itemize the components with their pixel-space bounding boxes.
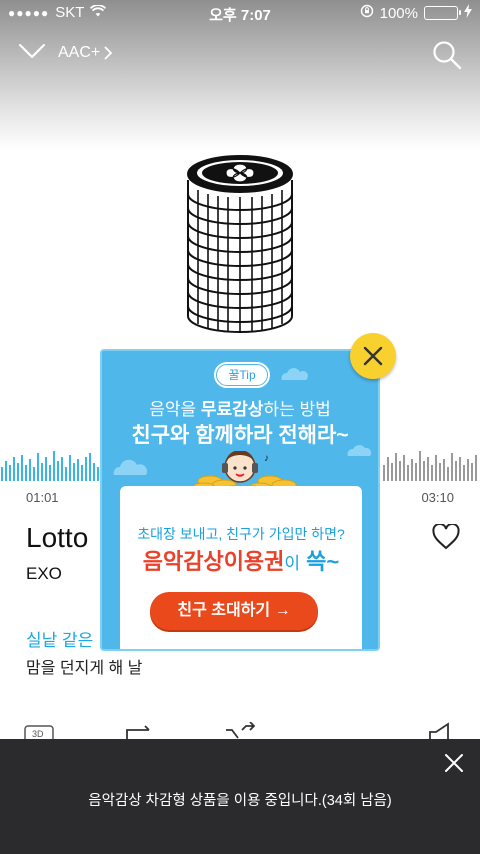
battery-icon — [424, 6, 461, 20]
lyric-next-line[interactable]: 맘을 던지게 해 날 — [26, 654, 142, 678]
collapse-chevron-down-icon[interactable] — [18, 42, 46, 65]
orientation-lock-icon — [360, 4, 374, 22]
charging-icon — [464, 4, 472, 22]
card-headline-particle: 이 — [284, 554, 301, 573]
card-headline-main: 음악감상이용권 — [142, 549, 285, 574]
toast-close-icon[interactable] — [444, 753, 464, 778]
card-headline: 음악감상이용권이 쓱~ — [120, 544, 362, 576]
headline-1-post: 하는 방법 — [263, 400, 331, 419]
player-topbar: AAC+ — [0, 38, 480, 72]
headline-1-pre: 음악을 — [149, 400, 201, 419]
close-icon — [363, 346, 383, 366]
search-icon[interactable] — [432, 40, 462, 75]
status-bar: ●●●●● SKT 오후 7:07 100% — [0, 0, 480, 26]
invite-friend-button[interactable]: 친구 초대하기 → — [150, 592, 318, 630]
headline-1-bold: 무료감상 — [200, 400, 264, 419]
album-art[interactable] — [170, 140, 310, 350]
popup-headline-2: 친구와 함께하라 전해라~ — [131, 424, 349, 447]
svg-text:3D: 3D — [32, 729, 44, 739]
artist-name[interactable]: EXO — [26, 564, 62, 584]
audio-quality-button[interactable]: AAC+ — [58, 44, 113, 62]
lyric-current-line[interactable]: 실낱 같은 — [26, 626, 93, 651]
total-duration: 03:10 — [421, 490, 454, 505]
chevron-right-icon — [104, 46, 113, 60]
tip-badge: 꿀Tip — [216, 364, 268, 386]
cloud-decoration-icon — [110, 459, 150, 482]
toast-message: 음악감상 차감형 상품을 이용 중입니다.(34회 남음) — [88, 793, 392, 809]
popup-close-button[interactable] — [350, 333, 396, 379]
card-headline-end: 쓱~ — [300, 549, 340, 574]
elapsed-time: 01:01 — [26, 490, 59, 505]
invite-promo-popup: 꿀Tip 음악을 무료감상하는 방법 친구와 함께하라 전해라~ ♪ 초대장 보… — [100, 349, 380, 651]
cloud-decoration-icon — [280, 367, 308, 386]
usage-toast: 음악감상 차감형 상품을 이용 중입니다.(34회 남음) — [0, 739, 480, 854]
audio-quality-label: AAC+ — [58, 44, 101, 61]
popup-headline-1: 음악을 무료감상하는 방법 — [102, 395, 378, 420]
battery-percent: 100% — [379, 4, 418, 22]
card-subtitle: 초대장 보내고, 친구가 가입만 하면? — [137, 526, 345, 542]
promo-card: 초대장 보내고, 친구가 가입만 하면? 음악감상이용권이 쓱~ 친구 초대하기… — [120, 486, 362, 649]
svg-text:♪: ♪ — [264, 453, 269, 464]
player-controls: 3D — [0, 721, 480, 743]
song-title: Lotto — [26, 522, 89, 553]
status-right: 100% — [360, 4, 472, 22]
heart-icon[interactable] — [432, 522, 460, 555]
